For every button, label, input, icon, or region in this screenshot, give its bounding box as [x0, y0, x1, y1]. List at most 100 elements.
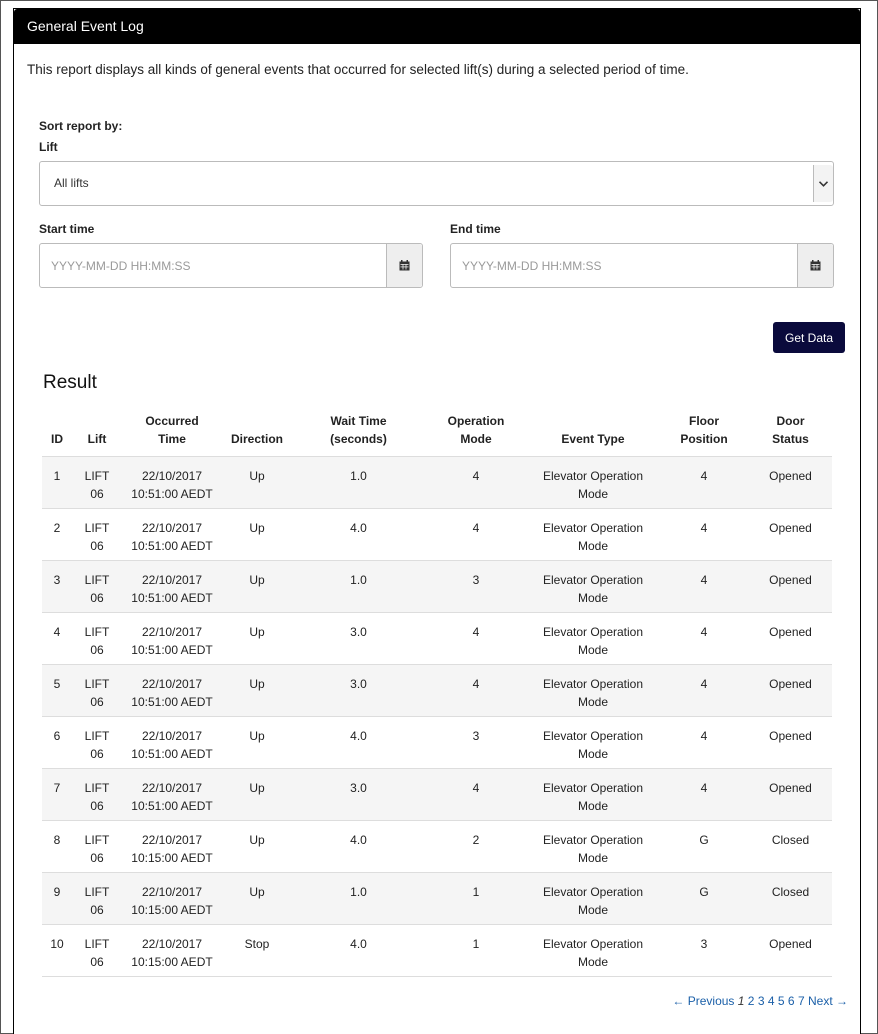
cell-wait-time: 4.0	[292, 508, 425, 561]
cell-event-type: Elevator Operation Mode	[527, 508, 659, 561]
column-header-operation-mode: Operation Mode	[425, 412, 527, 457]
cell-id: 8	[42, 820, 72, 873]
cell-operation-mode: 3	[425, 560, 527, 613]
page-link[interactable]: 6	[788, 994, 795, 1008]
cell-text: 10:51:00 AEDT	[131, 747, 213, 761]
cell-event-type: Elevator Operation Mode	[527, 456, 659, 509]
cell-text: 06	[90, 591, 104, 605]
page-link[interactable]: 7	[798, 994, 805, 1008]
column-header-text: Occurred	[145, 414, 199, 428]
cell-direction: Up	[222, 456, 292, 509]
cell-direction: Up	[222, 820, 292, 873]
cell-text: 7	[53, 781, 61, 795]
cell-text: LIFT	[84, 469, 110, 483]
cell-operation-mode: 4	[425, 768, 527, 821]
sort-label: Sort report by:	[39, 119, 123, 133]
cell-text: 5	[53, 677, 61, 691]
cell-occurred-time: 22/10/2017 10:51:00 AEDT	[122, 508, 222, 561]
column-header-direction: Direction	[222, 412, 292, 457]
calendar-icon[interactable]	[797, 244, 833, 287]
result-table: ID Lift Occurred Time Direction Wait Time (sec…	[42, 412, 832, 977]
lift-select[interactable]: All lifts	[39, 161, 834, 206]
cell-text: 4	[472, 521, 480, 535]
cell-event-type: Elevator Operation Mode	[527, 716, 659, 769]
column-header-floor-position: Floor Position	[659, 412, 749, 457]
cell-text: Opened	[769, 729, 812, 743]
cell-text: 10:51:00 AEDT	[131, 695, 213, 709]
cell-lift: LIFT 06	[72, 872, 122, 925]
chevron-down-icon[interactable]	[813, 165, 833, 202]
table-row: 4 LIFT 06 22/10/2017 10:51:00 AEDT Up 3.0 4 Elev…	[42, 612, 832, 665]
cell-direction: Up	[222, 508, 292, 561]
cell-text: 4	[700, 625, 708, 639]
cell-direction: Up	[222, 560, 292, 613]
cell-text: 3.0	[350, 781, 367, 795]
table-row: 7 LIFT 06 22/10/2017 10:51:00 AEDT Up 3.0 4 Elev…	[42, 768, 832, 821]
cell-text: 2	[53, 521, 61, 535]
get-data-button[interactable]: Get Data	[773, 322, 845, 353]
cell-lift: LIFT 06	[72, 508, 122, 561]
cell-text: Mode	[577, 643, 609, 657]
cell-occurred-time: 22/10/2017 10:15:00 AEDT	[122, 872, 222, 925]
cell-text: Up	[249, 573, 265, 587]
cell-text: 3	[700, 937, 708, 951]
column-header-text: Lift	[87, 432, 107, 446]
cell-text: 10:51:00 AEDT	[131, 591, 213, 605]
cell-text: LIFT	[84, 833, 110, 847]
table-row: 1 LIFT 06 22/10/2017 10:51:00 AEDT Up 1.0 4 Elev…	[42, 456, 832, 509]
page-link[interactable]: 4	[768, 994, 775, 1008]
cell-direction: Up	[222, 716, 292, 769]
current-page: 1	[737, 994, 745, 1008]
cell-text: 06	[90, 903, 104, 917]
cell-text: Opened	[769, 521, 812, 535]
end-time-label: End time	[450, 222, 501, 236]
cell-text: Mode	[577, 695, 609, 709]
cell-lift: LIFT 06	[72, 716, 122, 769]
cell-door-status: Opened	[749, 612, 832, 665]
previous-page-link[interactable]: ← Previous	[672, 994, 734, 1008]
cell-operation-mode: 4	[425, 456, 527, 509]
cell-text: Elevator Operation	[542, 521, 644, 535]
cell-text: 4	[700, 677, 708, 691]
page-link[interactable]: 5	[778, 994, 785, 1008]
cell-text: 06	[90, 643, 104, 657]
start-time-input[interactable]	[40, 244, 386, 287]
cell-text: Mode	[577, 799, 609, 813]
cell-id: 6	[42, 716, 72, 769]
event-log-panel: General Event Log This report displays a…	[13, 8, 861, 1034]
column-header-text: Direction	[230, 432, 283, 446]
cell-text: Elevator Operation	[542, 573, 644, 587]
cell-text: Stop	[244, 937, 270, 951]
cell-lift: LIFT 06	[72, 664, 122, 717]
cell-text: 10:15:00 AEDT	[131, 903, 213, 917]
cell-occurred-time: 22/10/2017 10:51:00 AEDT	[122, 612, 222, 665]
cell-text: 9	[53, 885, 61, 899]
cell-text: 1	[472, 937, 480, 951]
cell-text: Mode	[577, 539, 609, 553]
page-link[interactable]: 3	[758, 994, 765, 1008]
table-header-row: ID Lift Occurred Time Direction Wait Time (sec…	[42, 412, 832, 457]
cell-door-status: Closed	[749, 820, 832, 873]
column-header-text: (seconds)	[330, 432, 387, 446]
cell-text: 10	[50, 937, 64, 951]
cell-text: LIFT	[84, 781, 110, 795]
cell-occurred-time: 22/10/2017 10:51:00 AEDT	[122, 768, 222, 821]
cell-text: Opened	[769, 781, 812, 795]
calendar-icon[interactable]	[386, 244, 422, 287]
cell-text: Up	[249, 729, 265, 743]
cell-occurred-time: 22/10/2017 10:15:00 AEDT	[122, 820, 222, 873]
cell-wait-time: 1.0	[292, 872, 425, 925]
page-link[interactable]: 2	[748, 994, 755, 1008]
cell-operation-mode: 1	[425, 872, 527, 925]
cell-text: 10:51:00 AEDT	[131, 539, 213, 553]
cell-floor-position: 4	[659, 508, 749, 561]
cell-text: Elevator Operation	[542, 729, 644, 743]
cell-event-type: Elevator Operation Mode	[527, 924, 659, 977]
cell-text: Elevator Operation	[542, 781, 644, 795]
cell-text: 22/10/2017	[141, 833, 203, 847]
cell-text: Elevator Operation	[542, 677, 644, 691]
cell-wait-time: 4.0	[292, 820, 425, 873]
cell-text: Opened	[769, 677, 812, 691]
next-page-link[interactable]: Next →	[808, 994, 848, 1008]
end-time-input[interactable]	[451, 244, 797, 287]
